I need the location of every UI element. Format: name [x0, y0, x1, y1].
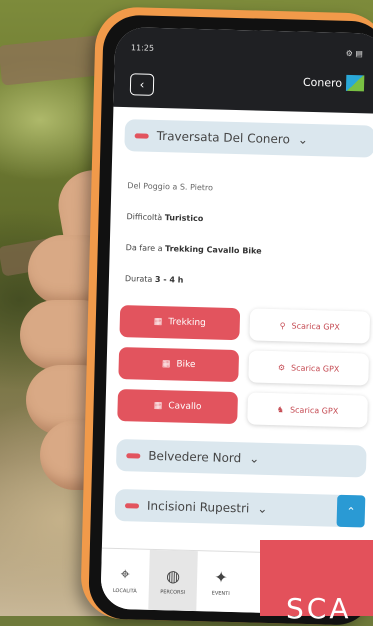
route-marker-icon: [126, 452, 141, 459]
chevron-down-icon: ⌄: [297, 132, 309, 147]
bike-label: Bike: [176, 359, 196, 371]
download-gpx-trekking-button[interactable]: ⚲ Scarica GPX: [249, 308, 371, 344]
nav-label: PERCORSI: [160, 588, 186, 596]
route-subtitle: Del Poggio a S. Pietro: [127, 181, 214, 193]
trekking-button[interactable]: ▦ Trekking: [119, 305, 241, 341]
map-icon: ▦: [153, 316, 163, 328]
mode-row: Da fare a Trekking Cavallo Bike: [126, 243, 372, 258]
download-label: Scarica GPX: [289, 405, 339, 416]
globe-icon: ◍: [165, 565, 181, 586]
app-header: 11:25 ⚙ ▤ ‹ Conero: [113, 26, 373, 114]
download-label: Scarica GPX: [291, 363, 340, 374]
nav-label: LOCALITÀ: [112, 587, 137, 595]
section-belvedere[interactable]: Belvedere Nord ⌄: [115, 438, 367, 478]
route-pill[interactable]: Traversata Del Conero ⌄: [124, 119, 373, 158]
map-icon: ▦: [153, 400, 163, 412]
nav-localita[interactable]: ⌖ LOCALITÀ: [100, 549, 150, 610]
map-icon: ▦: [161, 359, 171, 370]
section-title: Belvedere Nord: [148, 448, 242, 466]
chevron-left-icon: ‹: [139, 77, 145, 92]
difficulty-value: Turistico: [164, 213, 204, 224]
route-title: Traversata Del Conero: [156, 128, 291, 147]
nav-label: EVENTI: [211, 590, 230, 597]
back-button[interactable]: ‹: [129, 73, 155, 96]
duration-label: Durata: [124, 274, 153, 284]
chevron-down-icon: ⌄: [249, 451, 260, 466]
duration-row: Durata 3 - 4 h: [125, 274, 371, 289]
location-pin-icon: ⌖: [120, 564, 130, 584]
phone: 11:25 ⚙ ▤ ‹ Conero Traversata Del Conero…: [80, 6, 373, 626]
status-time: 11:25: [130, 43, 155, 53]
mode-value: Trekking Cavallo Bike: [164, 244, 262, 256]
phone-screen: 11:25 ⚙ ▤ ‹ Conero Traversata Del Conero…: [100, 26, 373, 616]
nav-eventi[interactable]: ✦ EVENTI: [196, 551, 246, 612]
conero-logo: Conero: [303, 74, 365, 92]
hiker-icon: ⚲: [279, 320, 286, 330]
bike-icon: ⚙: [277, 362, 286, 372]
logo-mark-icon: [345, 74, 365, 92]
trekking-label: Trekking: [168, 317, 206, 329]
cavallo-label: Cavallo: [168, 401, 202, 413]
phone-bezel: 11:25 ⚙ ▤ ‹ Conero Traversata Del Conero…: [88, 14, 373, 626]
section-title: Incisioni Rupestri: [146, 498, 250, 516]
route-marker-icon: [124, 502, 140, 509]
sparkle-icon: ✦: [214, 567, 229, 587]
chevron-up-icon: ⌃: [346, 504, 356, 518]
promo-banner-text: SCA: [286, 592, 352, 625]
chevron-down-icon: ⌄: [257, 501, 268, 516]
download-label: Scarica GPX: [291, 321, 340, 332]
logo-text: Conero: [302, 75, 343, 90]
duration-value: 3 - 4 h: [154, 274, 184, 285]
difficulty-row: Difficoltà Turistico: [126, 212, 372, 227]
mode-label: Da fare a: [125, 243, 163, 254]
status-icons: ⚙ ▤: [345, 48, 364, 59]
mode-grid: ▦ Trekking ⚲ Scarica GPX ▦ Bike ⚙ Scaric…: [117, 305, 371, 428]
scroll-top-button[interactable]: ⌃: [336, 494, 366, 528]
bike-button[interactable]: ▦ Bike: [118, 347, 240, 383]
route-marker-icon: [134, 132, 149, 139]
horse-icon: ♞: [276, 404, 285, 414]
section-incisioni[interactable]: Incisioni Rupestri ⌄ ⌃: [114, 488, 366, 528]
difficulty-label: Difficoltà: [126, 212, 163, 223]
cavallo-button[interactable]: ▦ Cavallo: [117, 388, 239, 425]
download-gpx-cavallo-button[interactable]: ♞ Scarica GPX: [247, 392, 368, 428]
download-gpx-bike-button[interactable]: ⚙ Scarica GPX: [248, 350, 370, 386]
nav-percorsi[interactable]: ◍ PERCORSI: [148, 549, 198, 612]
